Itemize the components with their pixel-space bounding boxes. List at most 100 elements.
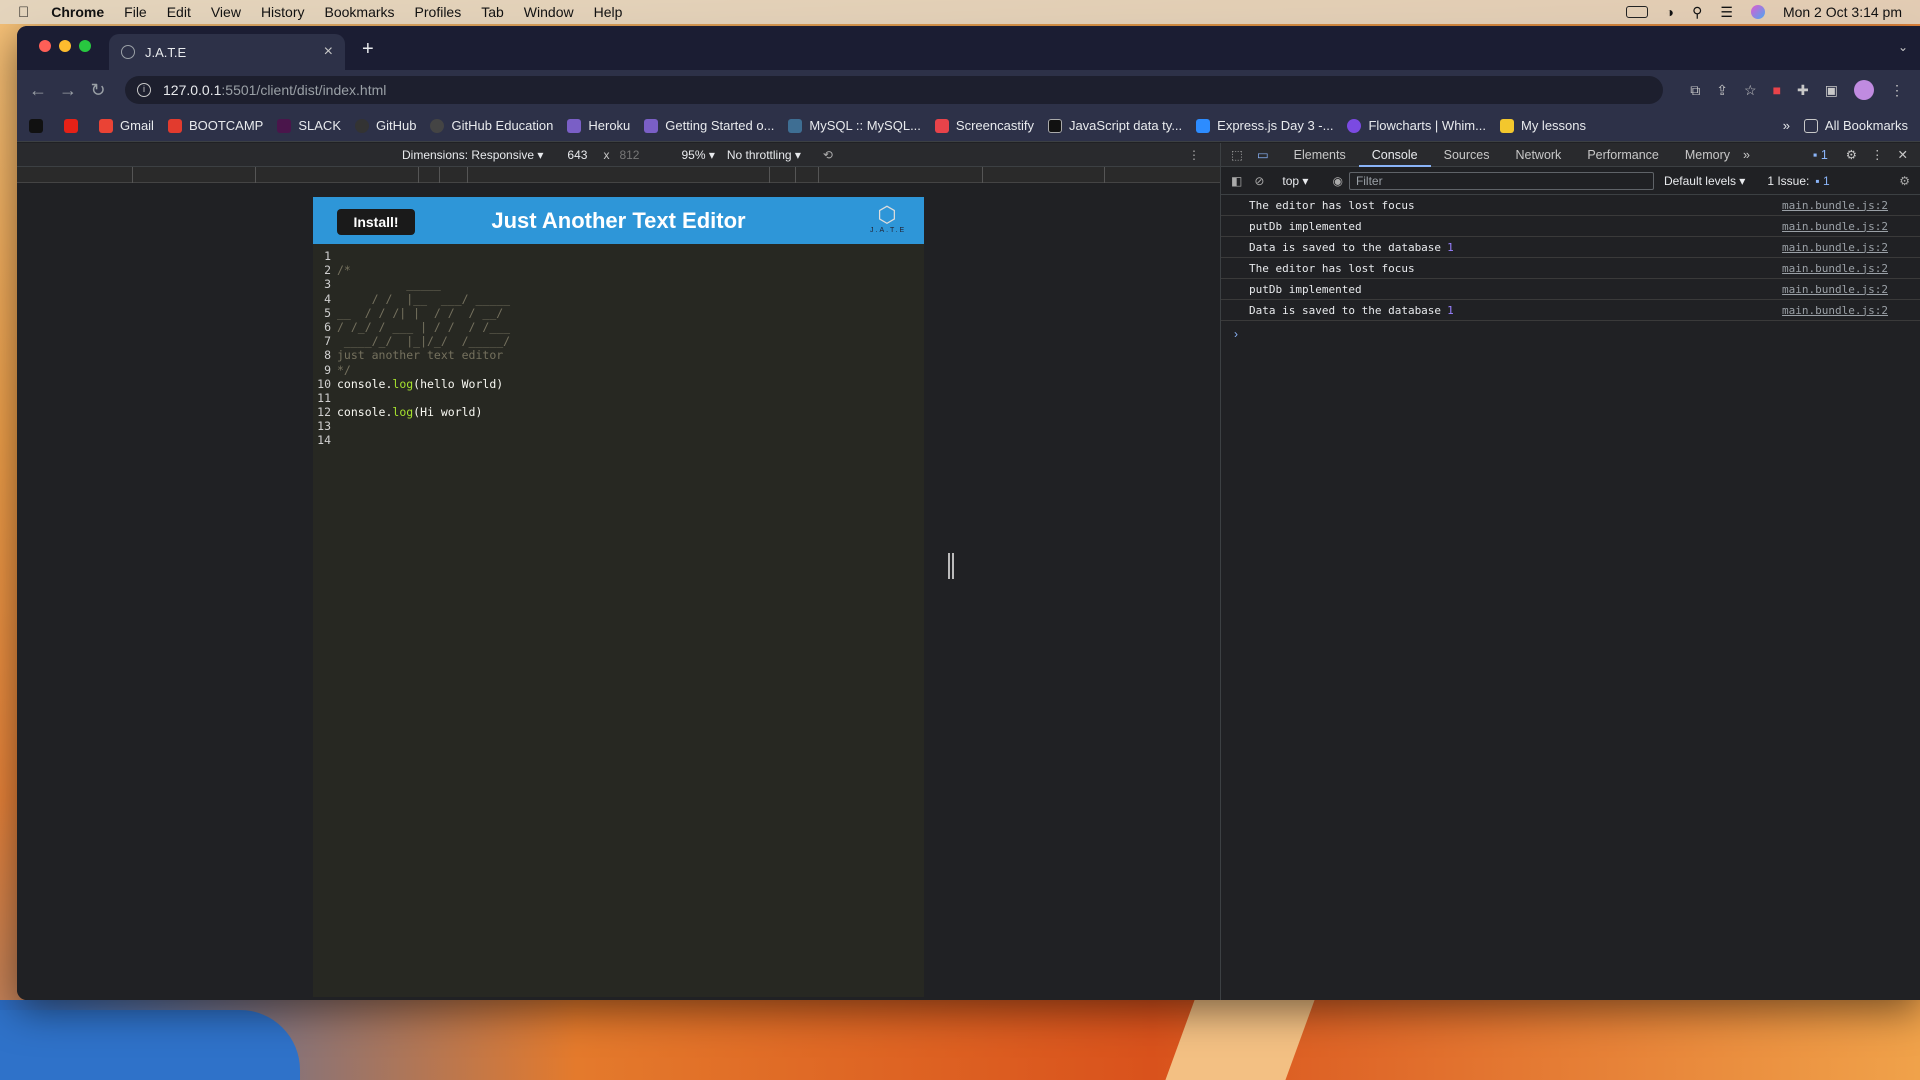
bookmark-bootcamp[interactable]: BOOTCAMP: [167, 118, 263, 133]
log-source-link[interactable]: main.bundle.js:2: [1782, 199, 1888, 212]
bookmark-github[interactable]: GitHub: [355, 118, 416, 133]
share-icon[interactable]: ⇪: [1716, 82, 1728, 99]
tab-performance[interactable]: Performance: [1574, 143, 1672, 167]
editor-line[interactable]: 7 ____/_/ |_|/_/ /_____/: [313, 334, 924, 348]
profile-avatar[interactable]: [1854, 80, 1874, 100]
extensions-puzzle-icon[interactable]: ✚: [1797, 82, 1809, 99]
clear-console-icon[interactable]: ⊘: [1254, 174, 1264, 188]
tab-memory[interactable]: Memory: [1672, 143, 1743, 167]
editor-line[interactable]: 13: [313, 419, 924, 433]
siri-icon[interactable]: [1750, 5, 1765, 19]
zoom-window-button[interactable]: [79, 40, 91, 52]
zoom-dropdown[interactable]: 95% ▾: [681, 148, 714, 162]
spotlight-search-icon[interactable]: ⚲: [1692, 4, 1702, 21]
menu-edit[interactable]: Edit: [167, 4, 191, 20]
install-button[interactable]: Install!: [337, 209, 415, 235]
editor-line[interactable]: 2 /*: [313, 263, 924, 277]
bookmark-star-icon[interactable]: ☆: [1744, 82, 1757, 99]
editor-line[interactable]: 8 just another text editor: [313, 348, 924, 362]
console-filter-input[interactable]: Filter: [1348, 171, 1654, 190]
browser-tab[interactable]: J.A.T.E ×: [109, 34, 345, 70]
media-query-ruler[interactable]: [17, 167, 1220, 183]
console-log-row[interactable]: Data is saved to the database 1 main.bundl…: [1221, 300, 1920, 321]
menu-help[interactable]: Help: [594, 4, 623, 20]
console-settings-icon[interactable]: ⚙: [1899, 174, 1910, 188]
control-center-icon[interactable]: ☰: [1720, 4, 1733, 21]
editor-line[interactable]: 11: [313, 391, 924, 405]
log-source-link[interactable]: main.bundle.js:2: [1782, 304, 1888, 317]
editor-line[interactable]: 14: [313, 433, 924, 447]
chrome-menu-icon[interactable]: ⋮: [1890, 82, 1904, 99]
devtools-settings-icon[interactable]: ⚙: [1846, 147, 1857, 162]
viewport-resize-handle[interactable]: [948, 553, 954, 579]
battery-icon[interactable]: [1625, 6, 1648, 18]
tab-search-chevron-icon[interactable]: ⌄: [1898, 40, 1908, 54]
close-tab-icon[interactable]: ×: [324, 43, 333, 61]
menu-window[interactable]: Window: [524, 4, 574, 20]
editor-line[interactable]: 9 */: [313, 363, 924, 377]
log-levels-dropdown[interactable]: Default levels ▾: [1664, 174, 1745, 188]
forward-button[interactable]: →: [53, 80, 83, 101]
address-bar[interactable]: i 127.0.0.1:5501/client/dist/index.html: [125, 76, 1663, 104]
editor-line[interactable]: 3 _____: [313, 277, 924, 291]
editor-line[interactable]: 10 console. log (hello World): [313, 377, 924, 391]
rotate-icon[interactable]: ⟲: [823, 148, 833, 162]
bookmark-javascript-data-types[interactable]: JavaScript data ty...: [1047, 118, 1182, 133]
tab-sources[interactable]: Sources: [1431, 143, 1503, 167]
issues-summary[interactable]: 1 Issue:: [1767, 174, 1809, 188]
console-log-row[interactable]: putDb implemented main.bundle.js:2: [1221, 216, 1920, 237]
issues-badge[interactable]: ▪ 1: [1813, 148, 1828, 162]
bookmark-expressjs[interactable]: Express.js Day 3 -...: [1196, 118, 1333, 133]
inspect-element-icon[interactable]: ⬚: [1231, 147, 1243, 162]
side-panel-icon[interactable]: ▣: [1825, 82, 1838, 99]
issues-count[interactable]: ▪ 1: [1815, 174, 1829, 188]
throttling-dropdown[interactable]: No throttling ▾: [727, 148, 801, 162]
editor-line[interactable]: 1: [313, 249, 924, 263]
minimize-window-button[interactable]: [59, 40, 71, 52]
editor-line[interactable]: 12 console. log (Hi world): [313, 405, 924, 419]
console-sidebar-icon[interactable]: ◧: [1231, 174, 1242, 188]
editor-line[interactable]: 5 __ / / /| | / / / __/: [313, 306, 924, 320]
menu-clock[interactable]: Mon 2 Oct 3:14 pm: [1783, 4, 1902, 20]
more-tabs-icon[interactable]: »: [1743, 148, 1750, 162]
dimensions-dropdown[interactable]: Dimensions: Responsive ▾: [402, 148, 543, 162]
menu-tab[interactable]: Tab: [481, 4, 504, 20]
tab-network[interactable]: Network: [1502, 143, 1574, 167]
bookmark-mysql[interactable]: MySQL :: MySQL...: [788, 118, 921, 133]
viewport-height-input[interactable]: 812: [619, 148, 639, 162]
back-button[interactable]: ←: [23, 80, 53, 101]
bookmarks-overflow-button[interactable]: »: [1783, 118, 1790, 133]
log-source-link[interactable]: main.bundle.js:2: [1782, 220, 1888, 233]
menu-view[interactable]: View: [211, 4, 241, 20]
open-external-icon[interactable]: ⧉: [1690, 82, 1700, 99]
log-source-link[interactable]: main.bundle.js:2: [1782, 283, 1888, 296]
console-log-row[interactable]: The editor has lost focus main.bundle.js:…: [1221, 195, 1920, 216]
bookmark-slack[interactable]: SLACK: [277, 118, 341, 133]
menu-bookmarks[interactable]: Bookmarks: [325, 4, 395, 20]
editor-line[interactable]: 6 / /_/ / ___ | / / / /___: [313, 320, 924, 334]
bookmark-heroku[interactable]: Heroku: [567, 118, 630, 133]
bookmark-my-lessons[interactable]: My lessons: [1499, 118, 1586, 133]
bookmark-getting-started[interactable]: Getting Started o...: [644, 118, 774, 133]
console-log-row[interactable]: Data is saved to the database 1 main.bundl…: [1221, 237, 1920, 258]
console-prompt[interactable]: ›: [1221, 327, 1920, 341]
device-toolbar-toggle-icon[interactable]: ▭: [1257, 147, 1269, 162]
menu-history[interactable]: History: [261, 4, 305, 20]
devtools-menu-icon[interactable]: ⋮: [1871, 147, 1884, 162]
code-editor[interactable]: 1 2/* 3 _____ 4 / / |__ ___/ _____ 5 __ / / /…: [313, 249, 924, 448]
screencastify-extension-icon[interactable]: ■: [1773, 82, 1781, 98]
bookmark-gmail[interactable]: Gmail: [99, 118, 154, 133]
bookmark-github-education[interactable]: GitHub Education: [430, 118, 553, 133]
new-tab-button[interactable]: +: [362, 38, 374, 61]
apple-icon[interactable]: : [18, 4, 29, 21]
bookmark-screencastify[interactable]: Screencastify: [934, 118, 1034, 133]
bookmark-youtube-icon[interactable]: [64, 118, 85, 133]
bookmark-flowcharts[interactable]: Flowcharts | Whim...: [1347, 118, 1486, 133]
console-log-row[interactable]: The editor has lost focus main.bundle.js:…: [1221, 258, 1920, 279]
menu-file[interactable]: File: [124, 4, 147, 20]
tab-elements[interactable]: Elements: [1281, 143, 1359, 167]
console-log-row[interactable]: putDb implemented main.bundle.js:2: [1221, 279, 1920, 300]
device-options-icon[interactable]: ⋮: [1188, 148, 1200, 162]
editor-line[interactable]: 4 / / |__ ___/ _____: [313, 292, 924, 306]
site-info-icon[interactable]: i: [137, 83, 151, 97]
